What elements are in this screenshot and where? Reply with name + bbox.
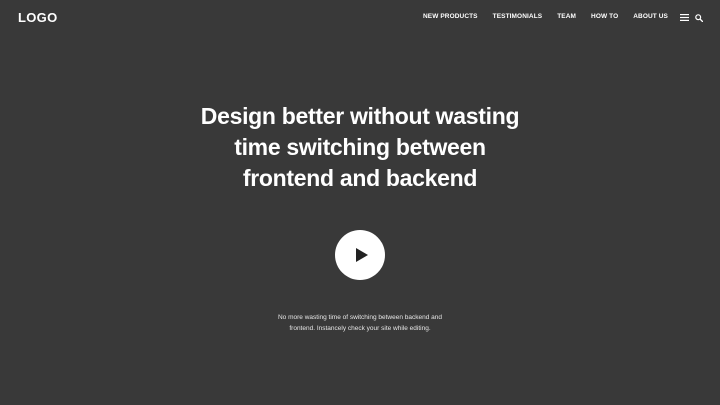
landing-page: LOGO NEW PRODUCTS TESTIMONIALS TEAM HOW …	[0, 0, 720, 405]
hamburger-menu-icon[interactable]	[680, 14, 689, 21]
nav-item-new-products[interactable]: NEW PRODUCTS	[423, 13, 478, 20]
site-header: LOGO NEW PRODUCTS TESTIMONIALS TEAM HOW …	[0, 0, 720, 36]
search-icon[interactable]	[695, 13, 703, 22]
play-icon	[356, 248, 368, 262]
hero-subtitle-line: No more wasting time of switching betwee…	[277, 314, 443, 321]
hero-title: Design better without wasting time switc…	[160, 101, 560, 194]
nav-item-team[interactable]: TEAM	[557, 13, 576, 20]
hero-subtitle-line: frontend. Instancely check your site whi…	[289, 325, 431, 332]
nav-item-testimonials[interactable]: TESTIMONIALS	[493, 13, 543, 20]
hero-title-line: time switching between	[234, 134, 486, 160]
hero-subtitle: No more wasting time of switching betwee…	[250, 312, 470, 334]
hero-title-line: Design better without wasting	[200, 103, 520, 129]
main-nav: NEW PRODUCTS TESTIMONIALS TEAM HOW TO AB…	[408, 13, 668, 20]
nav-item-how-to[interactable]: HOW TO	[591, 13, 618, 20]
play-video-button[interactable]	[335, 230, 385, 280]
nav-item-about-us[interactable]: ABOUT US	[633, 13, 668, 20]
logo[interactable]: LOGO	[18, 10, 57, 25]
hero-title-line: frontend and backend	[242, 165, 478, 191]
